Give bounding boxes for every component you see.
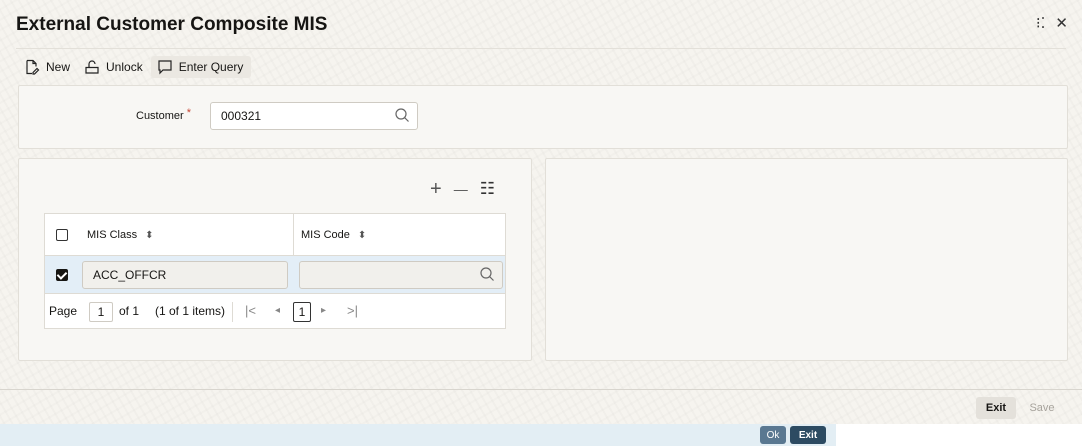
last-page-icon[interactable]: >| <box>347 303 358 318</box>
grid-header: MIS Class ⬍ MIS Code ⬍ <box>45 214 505 256</box>
enter-query-button[interactable]: Enter Query <box>150 56 252 78</box>
unlock-button[interactable]: Unlock <box>78 56 151 78</box>
ok-button[interactable]: Ok <box>760 426 786 444</box>
exit-button[interactable]: Exit <box>976 397 1016 419</box>
unlock-label: Unlock <box>106 60 143 74</box>
mis-class-input[interactable] <box>82 261 288 289</box>
add-row-icon[interactable]: + <box>430 179 442 199</box>
row-checkbox[interactable] <box>56 269 68 281</box>
pagination: Page 1 of 1 (1 of 1 items) |< ◂ 1 ▸ >| <box>45 295 505 328</box>
table-row[interactable] <box>45 256 505 294</box>
sort-icon[interactable]: ⬍ <box>358 230 366 241</box>
row-details-icon[interactable]: ☷ <box>480 180 495 198</box>
page-button-1[interactable]: 1 <box>293 302 311 322</box>
toolbar: New Unlock Enter Query <box>18 56 252 78</box>
next-page-icon[interactable]: ▸ <box>321 305 326 316</box>
enter-query-label: Enter Query <box>178 60 244 74</box>
new-document-icon <box>26 59 40 75</box>
save-button[interactable]: Save <box>1022 397 1062 419</box>
column-divider <box>293 214 294 256</box>
page-label: Page <box>49 304 78 318</box>
query-icon <box>158 60 172 75</box>
select-all-checkbox[interactable] <box>56 229 68 241</box>
pagination-divider <box>232 302 233 322</box>
mis-grid: MIS Class ⬍ MIS Code ⬍ Page 1 of 1 (1 of… <box>44 213 506 329</box>
close-icon[interactable]: ✕ <box>1055 16 1068 32</box>
unlock-icon <box>85 60 99 74</box>
mis-code-input[interactable] <box>299 261 503 289</box>
title-bar: External Customer Composite MIS ⁝⁚ ✕ <box>0 0 1082 48</box>
column-header-mis-class[interactable]: MIS Class ⬍ <box>87 229 154 241</box>
page-count: of 1 <box>119 304 140 318</box>
status-exit-button[interactable]: Exit <box>790 426 826 444</box>
status-area <box>836 424 1082 446</box>
customer-label: Customer * <box>136 107 191 122</box>
first-page-icon[interactable]: |< <box>245 303 256 318</box>
divider <box>16 48 1066 49</box>
required-mark: * <box>186 107 191 119</box>
maximize-icon[interactable]: ⁝⁚ <box>1036 16 1046 32</box>
sort-icon[interactable]: ⬍ <box>145 230 153 241</box>
page-title: External Customer Composite MIS <box>16 14 328 35</box>
window-controls: ⁝⁚ ✕ <box>1036 16 1068 32</box>
search-icon[interactable] <box>479 266 495 282</box>
details-panel <box>545 158 1068 361</box>
grid-toolbar: + — ☷ <box>430 179 495 199</box>
items-count: (1 of 1 items) <box>155 304 226 318</box>
new-label: New <box>46 60 71 74</box>
footer-divider <box>0 389 1082 390</box>
prev-page-icon[interactable]: ◂ <box>275 305 280 316</box>
new-button[interactable]: New <box>18 56 78 78</box>
search-icon[interactable] <box>394 107 410 123</box>
page-number-input[interactable]: 1 <box>89 302 113 322</box>
customer-input[interactable] <box>210 102 418 130</box>
column-header-mis-code[interactable]: MIS Code ⬍ <box>301 229 366 241</box>
remove-row-icon[interactable]: — <box>454 180 468 198</box>
